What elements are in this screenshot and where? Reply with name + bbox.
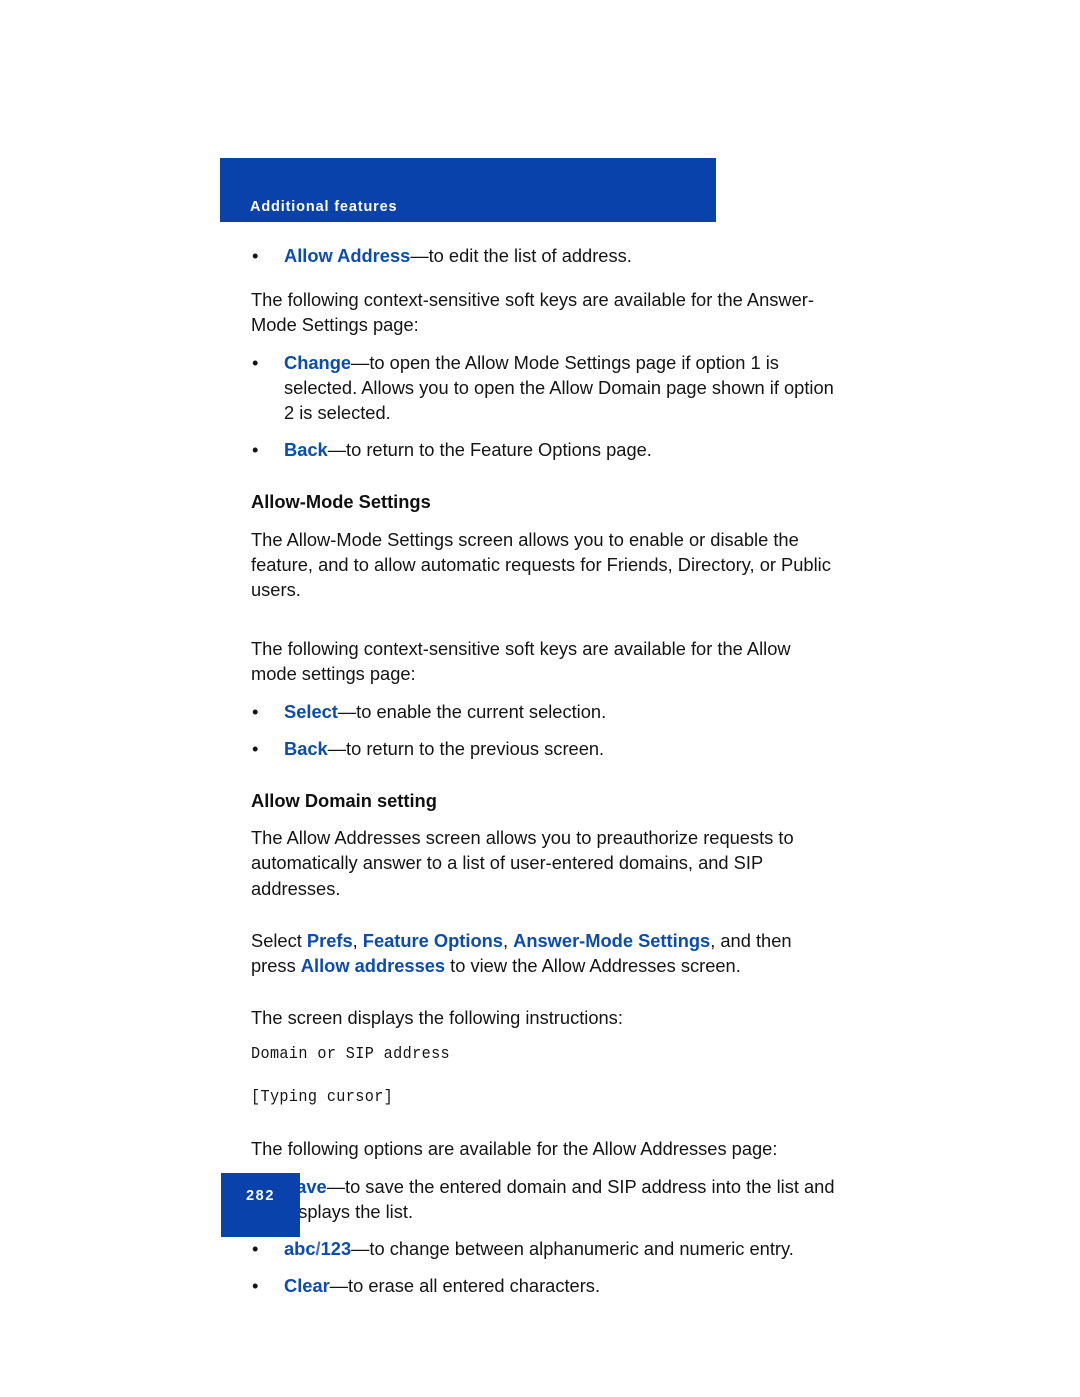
list-item-text: to enable the current selection. [356,700,607,722]
em-dash: — [329,1275,349,1297]
em-dash: — [327,439,346,461]
keyword-back: Back [284,439,328,461]
document-page: Additional features • Allow Address—to e… [0,0,1080,1397]
section-header-banner: Additional features [220,158,716,222]
keyword-allow-address: Allow Address [284,245,411,266]
list-item-text: to return to the Feature Options page. [346,439,652,461]
bullet-marker-icon: • [252,737,259,759]
keyword-back: Back [284,737,328,759]
keyword-feature-options: Feature Options [362,929,503,951]
nav-lead: Select [251,929,307,951]
list-item-text: to edit the list of address. [428,245,632,266]
list-item: • Save—to save the entered domain and SI… [251,1174,841,1224]
paragraph-answer-mode-intro: The following context-sensitive soft key… [251,289,814,336]
list-item-text: to erase all entered characters. [348,1275,601,1297]
heading-allow-domain-setting: Allow Domain setting [251,790,437,812]
list-item-text: to save the entered domain and SIP addre… [284,1175,835,1222]
em-dash: — [351,1238,370,1260]
bullet-marker-icon: • [252,245,259,266]
bullet-marker-icon: • [252,1238,259,1260]
list-item: • Select—to enable the current selection… [251,699,841,724]
paragraph-navigation-path: Select Prefs, Feature Options, Answer-Mo… [251,928,841,978]
nav-tail: to view the Allow Addresses screen. [445,955,741,977]
keyword-prefs: Prefs [306,929,353,951]
paragraph-screen-displays: The screen displays the following instru… [251,1007,623,1029]
em-dash: — [410,245,429,266]
list-item-text: to change between alphanumeric and numer… [369,1238,794,1260]
paragraph-allow-mode-softkeys-intro: The following context-sensitive soft key… [251,638,791,685]
keyword-abc: abc [284,1238,316,1260]
list-item: • Back—to return to the Feature Options … [251,437,841,462]
screen-prompt-domain-or-sip: Domain or SIP address [251,1044,451,1064]
em-dash: — [326,1175,345,1197]
bullet-marker-icon: • [252,700,259,722]
list-item: • Allow Address—to edit the list of addr… [251,243,841,268]
list-item: • Back—to return to the previous screen. [251,736,841,761]
em-dash: — [337,700,357,722]
section-header-title: Additional features [250,199,398,215]
bullet-marker-icon: • [252,1275,259,1297]
paragraph-options-intro: The following options are available for … [251,1138,778,1160]
list-item: • Change—to open the Allow Mode Settings… [251,350,841,426]
page-number-block: 282 [221,1173,300,1237]
screen-typing-cursor-placeholder: [Typing cursor] [251,1087,394,1107]
paragraph-allow-addresses-screen: The Allow Addresses screen allows you to… [251,827,794,899]
keyword-allow-addresses: Allow addresses [300,955,446,977]
heading-allow-mode-settings: Allow-Mode Settings [251,491,431,513]
list-item-text: to return to the previous screen. [346,737,605,759]
bullet-marker-icon: • [252,351,259,373]
paragraph-allow-mode-settings: The Allow-Mode Settings screen allows yo… [251,528,831,601]
keyword-clear: Clear [284,1275,330,1297]
nav-sep: , [352,929,363,951]
em-dash: — [351,351,370,373]
keyword-select: Select [284,700,338,722]
keyword-change: Change [284,351,352,373]
list-item: • abc/123—to change between alphanumeric… [251,1236,841,1261]
keyword-answer-mode-settings: Answer-Mode Settings [513,929,711,951]
keyword-123: 123 [320,1238,352,1260]
list-item: • Clear—to erase all entered characters. [251,1273,841,1298]
page-number: 282 [246,1188,275,1204]
em-dash: — [327,737,346,759]
page-content: • Allow Address—to edit the list of addr… [251,243,841,1298]
bullet-marker-icon: • [252,439,259,461]
nav-sep: , [502,929,514,951]
